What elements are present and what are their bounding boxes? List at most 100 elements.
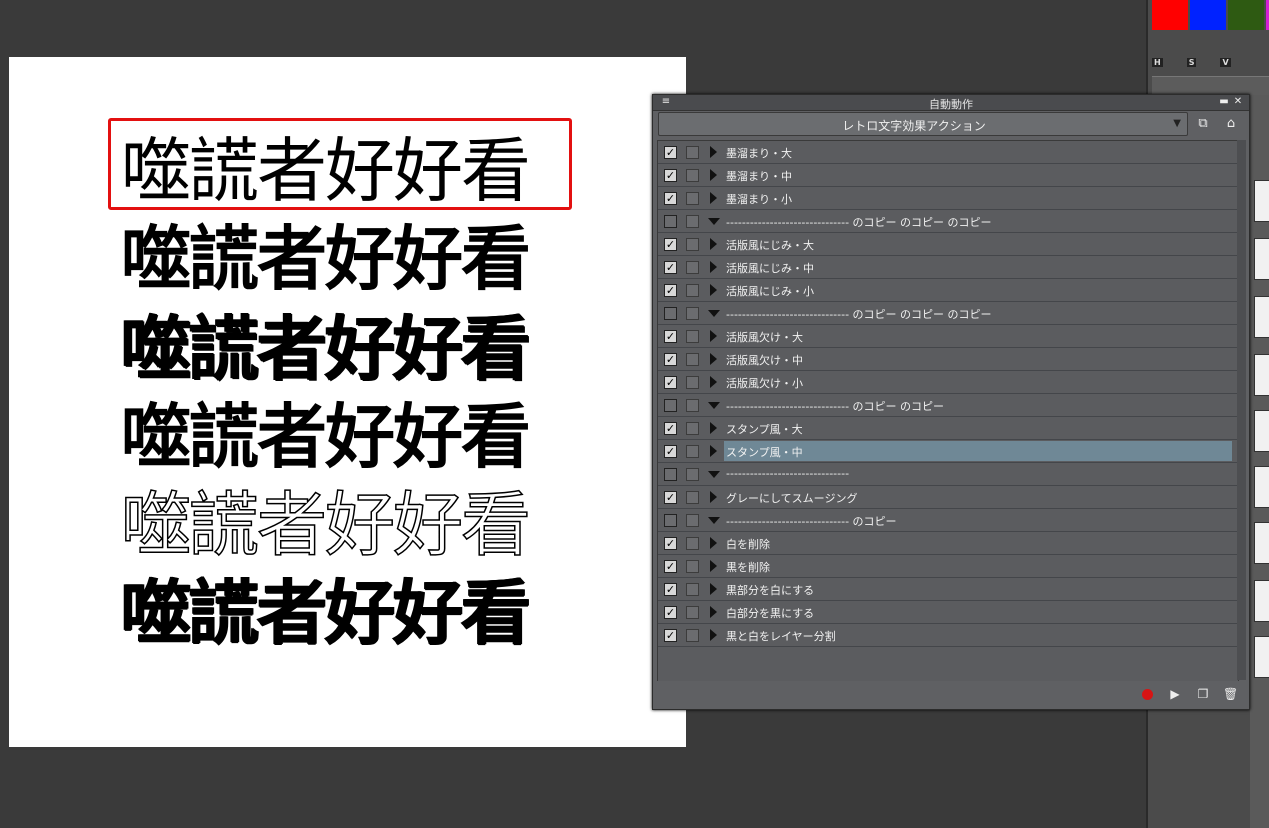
action-row[interactable]: ✓ スタンプ風・大 bbox=[658, 417, 1238, 440]
dialog-toggle[interactable] bbox=[686, 215, 699, 228]
enable-checkbox[interactable]: ✓ bbox=[664, 330, 677, 343]
enable-checkbox[interactable]: ✓ bbox=[664, 169, 677, 182]
action-row[interactable]: ✓ 墨溜まり・小 bbox=[658, 187, 1238, 210]
enable-checkbox[interactable]: ✓ bbox=[664, 629, 677, 642]
expand-down-icon[interactable] bbox=[708, 402, 720, 409]
layer-thumbnail[interactable] bbox=[1254, 354, 1269, 396]
enable-checkbox[interactable]: ✓ bbox=[664, 284, 677, 297]
expand-right-icon[interactable] bbox=[710, 169, 717, 181]
dock-tabs[interactable] bbox=[1152, 76, 1269, 95]
color-swatch[interactable] bbox=[1228, 0, 1264, 30]
action-row[interactable]: ✓ 白を削除 bbox=[658, 532, 1238, 555]
enable-checkbox[interactable]: ✓ bbox=[664, 491, 677, 504]
layer-thumbnail[interactable] bbox=[1254, 580, 1269, 622]
action-row[interactable]: ✓ 墨溜まり・大 bbox=[658, 141, 1238, 164]
action-label-area[interactable]: 墨溜まり・中 bbox=[724, 165, 1232, 185]
expand-down-icon[interactable] bbox=[708, 310, 720, 317]
action-label-area[interactable]: 黒と白をレイヤー分割 bbox=[724, 625, 1232, 645]
dialog-toggle[interactable] bbox=[686, 330, 699, 343]
action-label-area[interactable]: 活版風にじみ・中 bbox=[724, 257, 1232, 277]
enable-checkbox[interactable]: ✓ bbox=[664, 445, 677, 458]
action-label-area[interactable]: 墨溜まり・大 bbox=[724, 142, 1232, 162]
action-label-area[interactable]: グレーにしてスムージング bbox=[724, 487, 1232, 507]
action-row[interactable]: ✓ 白部分を黒にする bbox=[658, 601, 1238, 624]
close-icon[interactable]: ✕ bbox=[1233, 97, 1243, 107]
action-row[interactable]: ✓ グレーにしてスムージング bbox=[658, 486, 1238, 509]
expand-right-icon[interactable] bbox=[710, 629, 717, 641]
expand-right-icon[interactable] bbox=[710, 376, 717, 388]
expand-right-icon[interactable] bbox=[710, 422, 717, 434]
action-label-area[interactable]: 黒部分を白にする bbox=[724, 579, 1232, 599]
trash-icon[interactable]: 🗑 bbox=[1223, 687, 1238, 701]
new-action-icon[interactable]: ❐ bbox=[1196, 687, 1210, 701]
dialog-toggle[interactable] bbox=[686, 606, 699, 619]
set-menu-icon[interactable]: ⌂ bbox=[1222, 115, 1240, 133]
hsv-s[interactable]: S bbox=[1186, 58, 1197, 67]
layer-thumbnail[interactable] bbox=[1254, 466, 1269, 508]
enable-checkbox[interactable]: ✓ bbox=[664, 606, 677, 619]
minimize-icon[interactable]: ▬ bbox=[1219, 97, 1229, 107]
layer-thumbnail[interactable] bbox=[1254, 296, 1269, 338]
enable-checkbox[interactable]: ✓ bbox=[664, 192, 677, 205]
enable-checkbox[interactable]: ✓ bbox=[664, 238, 677, 251]
expand-right-icon[interactable] bbox=[710, 583, 717, 595]
dialog-toggle[interactable] bbox=[686, 468, 699, 481]
dialog-toggle[interactable] bbox=[686, 169, 699, 182]
action-row[interactable]: ✓ スタンプ風・中 bbox=[658, 440, 1238, 463]
expand-right-icon[interactable] bbox=[710, 560, 717, 572]
enable-checkbox[interactable] bbox=[664, 468, 677, 481]
action-row[interactable]: ------------------------------- のコピー のコピ… bbox=[658, 210, 1238, 233]
scrollbar[interactable] bbox=[1237, 140, 1246, 680]
enable-checkbox[interactable]: ✓ bbox=[664, 376, 677, 389]
dialog-toggle[interactable] bbox=[686, 399, 699, 412]
expand-down-icon[interactable] bbox=[708, 471, 720, 478]
color-swatch[interactable] bbox=[1190, 0, 1226, 30]
action-label-area[interactable]: ------------------------------- のコピー のコピ… bbox=[724, 303, 1232, 323]
new-set-icon[interactable]: ⧉ bbox=[1194, 115, 1212, 133]
expand-right-icon[interactable] bbox=[710, 606, 717, 618]
action-label-area[interactable]: ------------------------------- のコピー bbox=[724, 510, 1232, 530]
enable-checkbox[interactable]: ✓ bbox=[664, 422, 677, 435]
expand-right-icon[interactable] bbox=[710, 146, 717, 158]
action-row[interactable]: ------------------------------- bbox=[658, 463, 1238, 486]
expand-right-icon[interactable] bbox=[710, 445, 717, 457]
expand-right-icon[interactable] bbox=[710, 238, 717, 250]
color-swatch[interactable] bbox=[1152, 0, 1188, 30]
layer-thumbnail[interactable] bbox=[1254, 180, 1269, 222]
action-label-area[interactable]: 活版風にじみ・大 bbox=[724, 234, 1232, 254]
enable-checkbox[interactable] bbox=[664, 215, 677, 228]
action-label-area[interactable]: 活版風欠け・大 bbox=[724, 326, 1232, 346]
dialog-toggle[interactable] bbox=[686, 238, 699, 251]
layer-thumbnail[interactable] bbox=[1254, 522, 1269, 564]
action-label-area[interactable]: スタンプ風・中 bbox=[724, 441, 1232, 461]
expand-right-icon[interactable] bbox=[710, 330, 717, 342]
action-row[interactable]: ------------------------------- のコピー bbox=[658, 509, 1238, 532]
action-label-area[interactable]: 活版風欠け・中 bbox=[724, 349, 1232, 369]
action-label-area[interactable]: ------------------------------- bbox=[724, 464, 1232, 484]
enable-checkbox[interactable]: ✓ bbox=[664, 560, 677, 573]
canvas[interactable]: 噬謊者好好看 噬謊者好好看 噬謊者好好看 噬謊者好好看 噬謊者好好看 噬謊者好好… bbox=[9, 57, 686, 747]
expand-right-icon[interactable] bbox=[710, 261, 717, 273]
dialog-toggle[interactable] bbox=[686, 491, 699, 504]
action-row[interactable]: ✓ 活版風にじみ・中 bbox=[658, 256, 1238, 279]
action-row[interactable]: ✓ 黒部分を白にする bbox=[658, 578, 1238, 601]
action-row[interactable]: ------------------------------- のコピー のコピ… bbox=[658, 394, 1238, 417]
layer-thumbnail[interactable] bbox=[1254, 410, 1269, 452]
action-row[interactable]: ✓ 黒と白をレイヤー分割 bbox=[658, 624, 1238, 647]
panel-titlebar[interactable]: ≡ 自動動作 ▬ ✕ bbox=[653, 95, 1249, 111]
hsv-v[interactable]: V bbox=[1220, 58, 1231, 67]
enable-checkbox[interactable]: ✓ bbox=[664, 583, 677, 596]
expand-right-icon[interactable] bbox=[710, 192, 717, 204]
play-icon[interactable]: ▶ bbox=[1168, 687, 1182, 701]
action-row[interactable]: ✓ 活版風欠け・小 bbox=[658, 371, 1238, 394]
action-label-area[interactable]: 活版風欠け・小 bbox=[724, 372, 1232, 392]
dialog-toggle[interactable] bbox=[686, 146, 699, 159]
action-row[interactable]: ------------------------------- のコピー のコピ… bbox=[658, 302, 1238, 325]
enable-checkbox[interactable]: ✓ bbox=[664, 353, 677, 366]
action-label-area[interactable]: 白を削除 bbox=[724, 533, 1232, 553]
action-label-area[interactable]: スタンプ風・大 bbox=[724, 418, 1232, 438]
action-label-area[interactable]: 墨溜まり・小 bbox=[724, 188, 1232, 208]
dialog-toggle[interactable] bbox=[686, 583, 699, 596]
hsv-h[interactable]: H bbox=[1152, 58, 1163, 67]
dialog-toggle[interactable] bbox=[686, 261, 699, 274]
